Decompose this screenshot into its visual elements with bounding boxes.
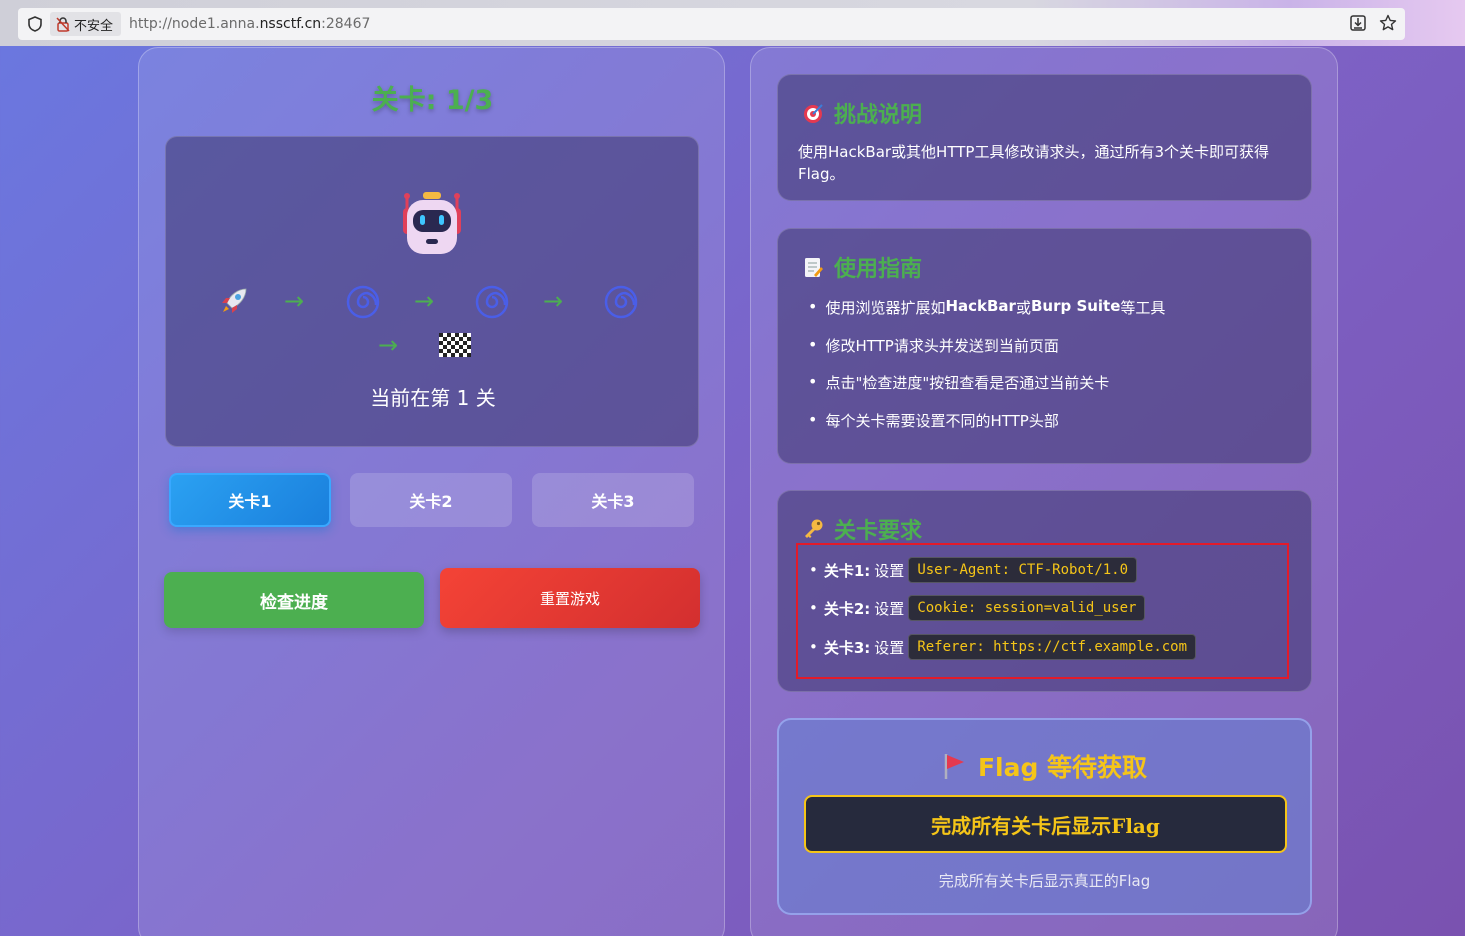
guide-item: 修改HTTP请求头并发送到当前页面 [808, 335, 1165, 373]
target-icon [804, 104, 823, 123]
challenge-text: 使用HackBar或其他HTTP工具修改请求头，通过所有3个关卡即可获得Flag… [798, 143, 1269, 183]
flag-note: 完成所有关卡后显示真正的Flag [938, 872, 1151, 890]
guide-item: 使用浏览器扩展如 HackBar 或 Burp Suite 等工具 [808, 297, 1165, 335]
path-arrow: → [543, 287, 564, 315]
info-panel: 挑战说明 使用HackBar或其他HTTP工具修改请求头，通过所有3个关卡即可获… [750, 47, 1338, 936]
challenge-title: 挑战说明 [834, 103, 923, 128]
robot-icon [403, 192, 461, 254]
flag-display: 完成所有关卡后显示Flag [804, 795, 1287, 853]
download-icon[interactable] [1349, 14, 1367, 32]
level-path-row-2: → [166, 327, 700, 367]
triangular-flag-icon [944, 754, 964, 779]
level-2-button[interactable]: 关卡2 [350, 473, 512, 527]
header-code: User-Agent: CTF-Robot/1.0 [908, 557, 1138, 583]
path-arrow: → [378, 331, 399, 359]
requirements-highlight: 关卡1: 设置 User-Agent: CTF-Robot/1.0 关卡2: 设… [796, 543, 1289, 679]
level-1-button[interactable]: 关卡1 [169, 473, 331, 527]
bookmark-star-icon[interactable] [1379, 14, 1397, 32]
browser-toolbar: 不安全 http://node1.anna.nssctf.cn:28467 [0, 0, 1465, 46]
guide-card: 使用指南 使用浏览器扩展如 HackBar 或 Burp Suite 等工具 修… [777, 228, 1312, 464]
guide-list: 使用浏览器扩展如 HackBar 或 Burp Suite 等工具 修改HTTP… [808, 297, 1165, 447]
security-label: 不安全 [74, 18, 114, 34]
requirement-item: 关卡2: 设置 Cookie: session=valid_user [809, 595, 1146, 621]
flag-card: Flag 等待获取 完成所有关卡后显示Flag 完成所有关卡后显示真正的Flag [777, 718, 1312, 915]
reset-game-button[interactable]: 重置游戏 [440, 568, 700, 628]
address-bar[interactable]: 不安全 http://node1.anna.nssctf.cn:28467 [18, 8, 1405, 40]
key-icon [805, 519, 823, 538]
requirements-card: 关卡要求 关卡1: 设置 User-Agent: CTF-Robot/1.0 关… [777, 490, 1312, 692]
site-security-badge[interactable]: 不安全 [50, 12, 122, 36]
game-board: → → → → 当前在第 1 关 [165, 136, 699, 447]
url-text[interactable]: http://node1.anna.nssctf.cn:28467 [129, 16, 370, 32]
swirl-icon [475, 285, 509, 323]
requirement-item: 关卡3: 设置 Referer: https://ctf.example.com [809, 634, 1197, 660]
current-level-text: 当前在第 1 关 [370, 386, 496, 410]
level-3-button[interactable]: 关卡3 [532, 473, 694, 527]
level-path-row-1: → → → [166, 283, 700, 323]
header-code: Cookie: session=valid_user [908, 595, 1146, 621]
game-panel: 关卡: 1/3 → → → → 当前在第 1 关 关卡1 关卡2 关卡3 检查进… [138, 47, 725, 936]
path-arrow: → [414, 287, 435, 315]
rocket-icon [216, 283, 252, 323]
check-progress-button[interactable]: 检查进度 [164, 572, 424, 628]
guide-item: 每个关卡需要设置不同的HTTP头部 [808, 410, 1165, 448]
level-title: 关卡: 1/3 [371, 85, 494, 116]
memo-icon [805, 258, 823, 277]
header-code: Referer: https://ctf.example.com [908, 634, 1197, 660]
checkered-flag-icon [439, 333, 471, 361]
swirl-icon [604, 285, 638, 323]
guide-title: 使用指南 [834, 257, 923, 282]
path-arrow: → [284, 287, 305, 315]
requirement-item: 关卡1: 设置 User-Agent: CTF-Robot/1.0 [809, 557, 1138, 583]
flag-title: Flag 等待获取 [977, 753, 1148, 782]
lock-warning-icon [56, 16, 70, 32]
shield-icon[interactable] [28, 16, 42, 32]
requirements-title: 关卡要求 [834, 519, 923, 544]
swirl-icon [346, 285, 380, 323]
guide-item: 点击"检查进度"按钮查看是否通过当前关卡 [808, 372, 1165, 410]
challenge-card: 挑战说明 使用HackBar或其他HTTP工具修改请求头，通过所有3个关卡即可获… [777, 74, 1312, 201]
